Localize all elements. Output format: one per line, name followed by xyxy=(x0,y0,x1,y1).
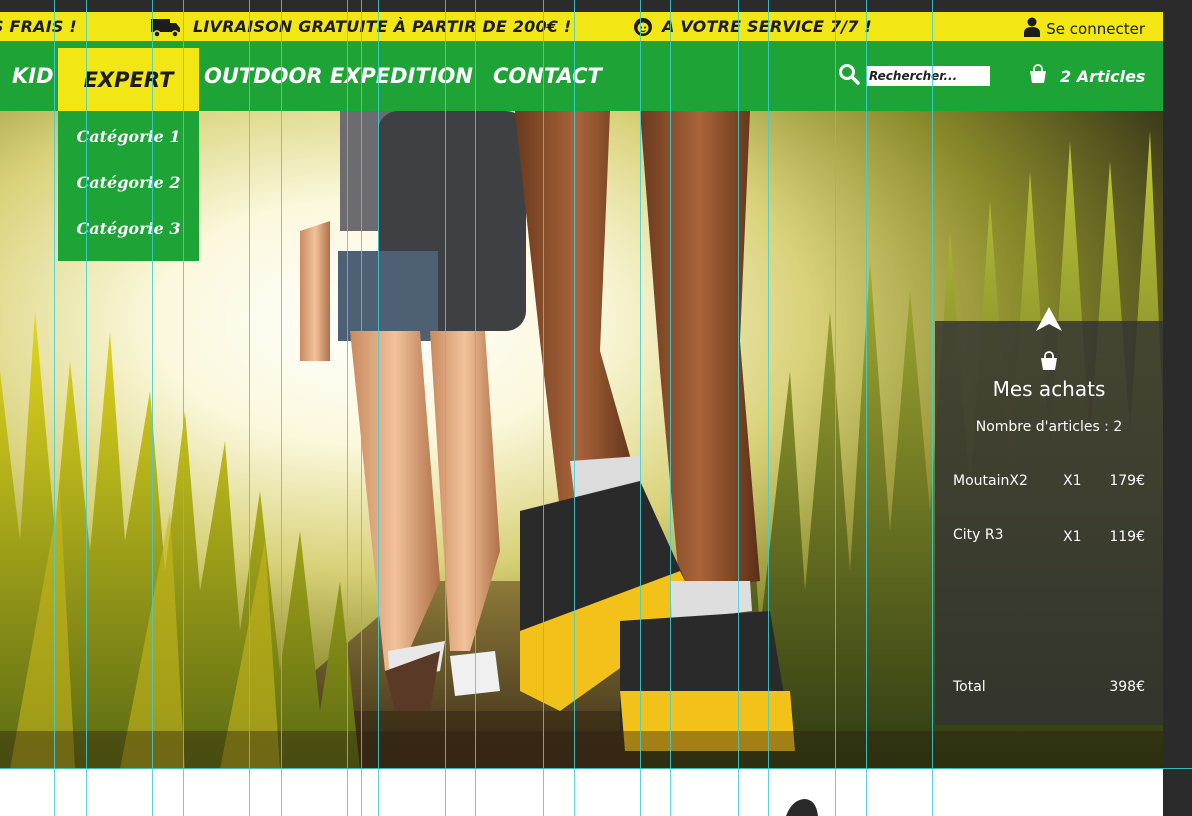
nav-item-label: CONTACT xyxy=(493,64,602,88)
user-icon xyxy=(1024,17,1041,41)
dropdown-item-category-3[interactable]: Catégorie 3 xyxy=(58,219,199,238)
nav-item-label: KID xyxy=(12,64,54,88)
nav-item-kid[interactable]: KID xyxy=(12,41,54,111)
cart-item-count: Nombre d'articles : 2 xyxy=(975,419,1123,435)
free-delivery-announcement: LIVRAISON GRATUITE À PARTIR DE 200€ ! xyxy=(193,17,572,36)
cart-item-price: 119€ xyxy=(1109,529,1145,545)
expert-dropdown-menu: Catégorie 1 Catégorie 2 Catégorie 3 xyxy=(58,111,199,261)
arrow-up-icon[interactable] xyxy=(1036,307,1062,335)
dropdown-item-category-2[interactable]: Catégorie 2 xyxy=(58,173,199,192)
dropdown-item-category-1[interactable]: Catégorie 1 xyxy=(58,127,199,146)
cart-panel-title: Mes achats xyxy=(992,377,1106,401)
shopping-bag-icon xyxy=(1028,64,1048,88)
service-announcement: A VOTRE SERVICE 7/7 ! xyxy=(662,17,872,36)
nav-item-contact[interactable]: CONTACT xyxy=(493,41,602,111)
cart-summary-panel: Mes achats Nombre d'articles : 2 Moutain… xyxy=(935,307,1163,725)
cart-item-qty: X1 xyxy=(1063,473,1082,489)
search-input[interactable] xyxy=(866,66,990,86)
cart-item-name: MoutainX2 xyxy=(953,473,1028,489)
nav-item-expert[interactable]: EXPERT xyxy=(58,48,199,111)
nav-item-outdoor-expedition[interactable]: OUTDOOR EXPEDITION xyxy=(204,41,473,111)
cart-item-qty: X1 xyxy=(1063,529,1082,545)
cart-total-label: Total xyxy=(953,679,986,695)
login-label: Se connecter xyxy=(1046,20,1145,38)
shopping-bag-icon xyxy=(1039,351,1059,375)
support-agent-icon xyxy=(632,16,654,42)
shipping-announcement: S FRAIS ! xyxy=(0,17,77,36)
cart-item-name: City R3 xyxy=(953,527,1004,543)
cart-item-price: 179€ xyxy=(1109,473,1145,489)
search-bar xyxy=(838,41,990,111)
nav-item-label: EXPERT xyxy=(83,67,174,92)
main-navigation: KID EXPERT OUTDOOR EXPEDITION CONTACT 2 … xyxy=(0,41,1163,111)
truck-icon xyxy=(150,16,182,42)
announcement-bar: S FRAIS ! LIVRAISON GRATUITE À PARTIR DE… xyxy=(0,12,1163,41)
nav-item-label: OUTDOOR EXPEDITION xyxy=(204,64,473,88)
login-link[interactable]: Se connecter xyxy=(1024,17,1145,41)
cart-total-value: 398€ xyxy=(1109,679,1145,695)
search-icon[interactable] xyxy=(838,63,860,89)
page: S FRAIS ! LIVRAISON GRATUITE À PARTIR DE… xyxy=(0,12,1163,816)
cart-button[interactable]: 2 Articles xyxy=(1028,41,1145,111)
product-thumbnail xyxy=(782,797,822,816)
cart-count-label: 2 Articles xyxy=(1060,66,1146,86)
